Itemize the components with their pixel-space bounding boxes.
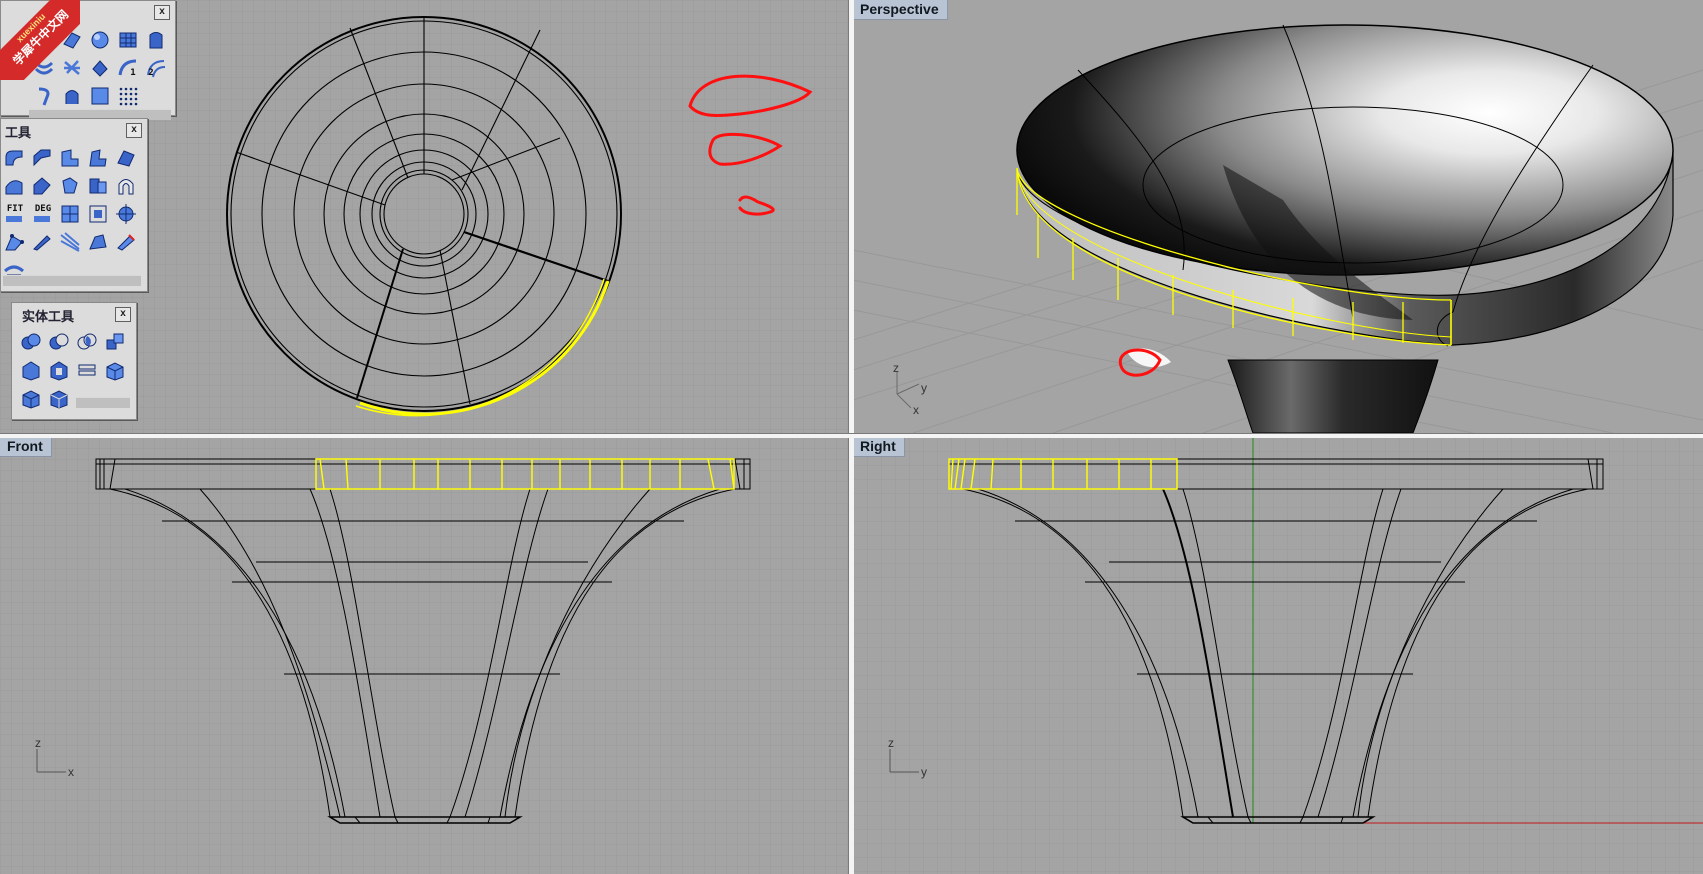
solid-face-tool[interactable] <box>48 387 70 409</box>
site-watermark: xuexiniu 学犀牛中文网 <box>0 0 80 80</box>
front-viewport-canvas[interactable]: z x <box>0 437 848 874</box>
panel-shelf <box>3 275 141 286</box>
offset-surface-tool[interactable] <box>59 147 81 169</box>
rail-revolve-tool[interactable] <box>61 85 83 107</box>
solid-tools-panel[interactable]: 实体工具 x <box>11 302 137 420</box>
right-axis-z: z <box>888 736 894 750</box>
box-solid-tool[interactable] <box>104 359 126 381</box>
draft-angle-tool[interactable] <box>115 231 137 253</box>
flow-along-surface-tool[interactable] <box>31 231 53 253</box>
plane-grid-tool[interactable] <box>117 29 139 51</box>
rebuild-tool[interactable] <box>59 203 81 225</box>
surface-direction-tool[interactable] <box>115 203 137 225</box>
boolean-difference-tool[interactable] <box>48 331 70 353</box>
close-icon[interactable]: x <box>126 123 142 138</box>
fit-tool[interactable]: FIT <box>3 203 25 225</box>
front-viewport-label[interactable]: Front <box>0 437 52 457</box>
merge-surface-tool[interactable] <box>87 175 109 197</box>
shrink-surface-tool[interactable] <box>87 203 109 225</box>
surface-from-curves-tool[interactable] <box>89 85 111 107</box>
front-axis-z: z <box>35 736 41 750</box>
panel-shelf <box>76 397 130 408</box>
surface-analysis-tool[interactable] <box>87 231 109 253</box>
arch-surface-tool[interactable] <box>115 175 137 197</box>
point-grid-tool[interactable] <box>117 85 139 107</box>
right-viewport-label[interactable]: Right <box>853 437 905 457</box>
perspective-viewport-label[interactable]: Perspective <box>853 0 948 20</box>
right-viewport[interactable]: z y Right <box>853 437 1703 874</box>
match-surface-tool[interactable] <box>115 147 137 169</box>
boolean-intersection-tool[interactable] <box>76 331 98 353</box>
sweep-2-rails-tool[interactable]: 2 <box>145 57 167 79</box>
viewport-divider-horizontal[interactable] <box>0 433 1703 438</box>
extrude-solid-tool[interactable] <box>20 359 42 381</box>
solid-edge-tool[interactable] <box>20 387 42 409</box>
sweep-1-rail-tool[interactable]: 1 <box>117 57 139 79</box>
uv-curves-tool[interactable] <box>59 231 81 253</box>
close-icon[interactable]: x <box>115 307 131 322</box>
degree-tool[interactable]: DEG <box>31 203 53 225</box>
close-icon[interactable]: x <box>154 5 170 20</box>
chamfer-surface-tool[interactable] <box>31 147 53 169</box>
sweep-2-label: 2 <box>148 68 154 78</box>
blend-surface-tool[interactable] <box>87 147 109 169</box>
surface-tools-panel[interactable]: 工具 x FIT DEG <box>0 118 148 292</box>
perspective-axis-y: y <box>921 381 927 395</box>
right-axis-y: y <box>921 765 927 779</box>
right-viewport-canvas[interactable]: z y <box>853 437 1703 874</box>
extend-surface-tool[interactable] <box>3 175 25 197</box>
front-viewport[interactable]: z x Front <box>0 437 848 874</box>
split-surface-tool[interactable] <box>31 175 53 197</box>
point-edit-tool[interactable] <box>3 231 25 253</box>
patch-tool[interactable] <box>89 57 111 79</box>
perspective-axis-x: x <box>913 403 919 417</box>
perspective-axis-z: z <box>893 361 899 375</box>
perspective-viewport[interactable]: z y x Perspective <box>853 0 1703 433</box>
boolean-union-tool[interactable] <box>20 331 42 353</box>
untrim-tool[interactable] <box>59 175 81 197</box>
front-axis-x: x <box>68 765 74 779</box>
extrude-surface-tool[interactable] <box>145 29 167 51</box>
cap-holes-tool[interactable] <box>76 359 98 381</box>
shell-tool[interactable] <box>48 359 70 381</box>
fillet-surface-tool[interactable] <box>3 147 25 169</box>
perspective-viewport-canvas[interactable]: z y x <box>853 0 1703 433</box>
revolve-tool[interactable] <box>33 85 55 107</box>
boolean-split-tool[interactable] <box>104 331 126 353</box>
sphere-tool[interactable] <box>89 29 111 51</box>
